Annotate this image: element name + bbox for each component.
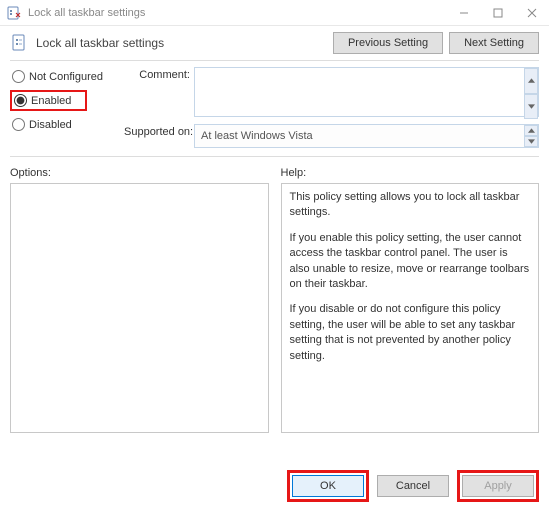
- help-text: If you enable this policy setting, the u…: [290, 231, 531, 293]
- help-label: Help:: [281, 167, 540, 183]
- comment-spinner[interactable]: [524, 68, 538, 119]
- comment-label: Comment:: [124, 67, 190, 120]
- help-text: This policy setting allows you to lock a…: [290, 190, 531, 221]
- radio-label: Disabled: [29, 119, 72, 131]
- radio-disabled[interactable]: Disabled: [10, 117, 76, 132]
- radio-label: Not Configured: [29, 71, 103, 83]
- options-label: Options:: [10, 167, 269, 183]
- policy-icon: [10, 33, 30, 53]
- ok-button[interactable]: OK: [292, 475, 364, 497]
- window-titlebar: Lock all taskbar settings: [0, 0, 549, 26]
- maximize-button[interactable]: [481, 0, 515, 25]
- policy-header: Lock all taskbar settings Previous Setti…: [0, 26, 549, 58]
- supported-on-label: Supported on:: [124, 120, 190, 148]
- comment-textarea[interactable]: [194, 67, 539, 117]
- cancel-button[interactable]: Cancel: [377, 475, 449, 497]
- supported-spinner[interactable]: [524, 125, 538, 147]
- close-button[interactable]: [515, 0, 549, 25]
- policy-icon: [6, 5, 22, 21]
- options-pane: [10, 183, 269, 433]
- next-setting-button[interactable]: Next Setting: [449, 32, 539, 54]
- apply-highlight: Apply: [457, 470, 539, 502]
- previous-setting-button[interactable]: Previous Setting: [333, 32, 443, 54]
- ok-highlight: OK: [287, 470, 369, 502]
- window-title: Lock all taskbar settings: [28, 7, 447, 19]
- help-pane: This policy setting allows you to lock a…: [281, 183, 540, 433]
- minimize-button[interactable]: [447, 0, 481, 25]
- radio-label: Enabled: [31, 95, 71, 107]
- radio-enabled[interactable]: Enabled: [10, 90, 87, 111]
- help-text: If you disable or do not configure this …: [290, 302, 531, 364]
- apply-button[interactable]: Apply: [462, 475, 534, 497]
- supported-on-value: At least Windows Vista: [194, 124, 539, 148]
- policy-title: Lock all taskbar settings: [36, 36, 333, 50]
- radio-not-configured[interactable]: Not Configured: [10, 69, 107, 84]
